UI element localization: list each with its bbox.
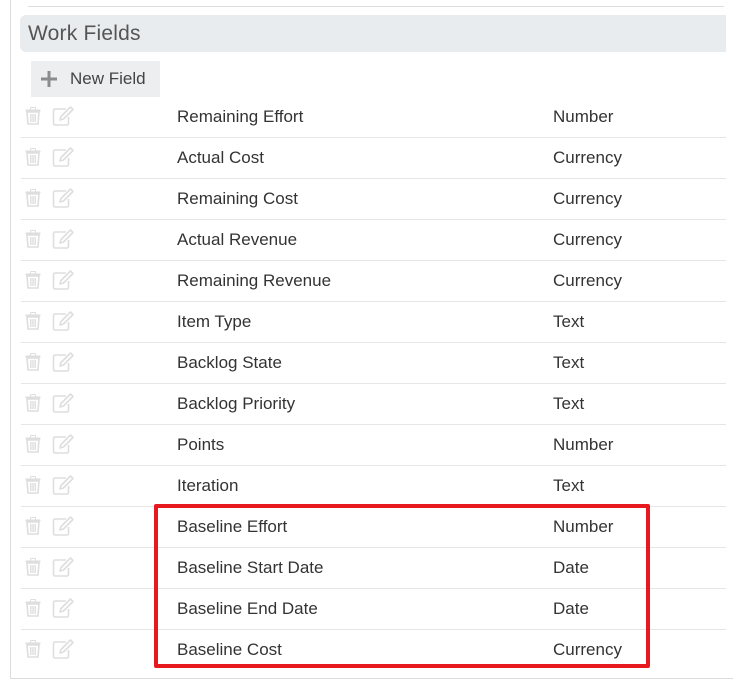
trash-icon[interactable] xyxy=(25,558,41,576)
trash-icon[interactable] xyxy=(25,640,41,658)
trash-icon[interactable] xyxy=(25,476,41,494)
field-name: Actual Cost xyxy=(177,148,264,167)
field-type: Number xyxy=(553,107,614,126)
trash-icon[interactable] xyxy=(25,312,41,330)
field-name: Points xyxy=(177,435,225,454)
edit-icon[interactable] xyxy=(52,352,74,372)
field-name: Backlog Priority xyxy=(177,394,296,413)
field-type: Number xyxy=(553,435,614,454)
field-name: Backlog State xyxy=(177,353,282,372)
field-type: Currency xyxy=(553,271,622,290)
field-type: Text xyxy=(553,312,585,331)
edit-icon[interactable] xyxy=(52,311,74,331)
field-type: Text xyxy=(553,476,585,495)
section-header: Work Fields xyxy=(20,15,726,52)
edit-icon[interactable] xyxy=(52,229,74,249)
trash-icon[interactable] xyxy=(25,353,41,371)
edit-icon[interactable] xyxy=(52,147,74,167)
table-row: Backlog State Text xyxy=(21,343,726,384)
table-row: Remaining Cost Currency xyxy=(21,179,726,220)
edit-icon[interactable] xyxy=(52,434,74,454)
field-type: Currency xyxy=(553,640,622,659)
new-field-label: New Field xyxy=(70,69,146,88)
field-type: Currency xyxy=(553,148,622,167)
table-row: Actual Cost Currency xyxy=(21,138,726,179)
field-name: Actual Revenue xyxy=(177,230,298,249)
field-list: Remaining Effort Number Actual Cost Curr… xyxy=(21,97,726,671)
field-type: Text xyxy=(553,353,585,372)
edit-icon[interactable] xyxy=(52,557,74,577)
edit-icon[interactable] xyxy=(52,106,74,126)
trash-icon[interactable] xyxy=(25,230,41,248)
table-row: Backlog Priority Text xyxy=(21,384,726,425)
table-row: Points Number xyxy=(21,425,726,466)
field-type: Number xyxy=(553,517,614,536)
top-divider xyxy=(28,6,724,7)
field-type: Currency xyxy=(553,230,622,249)
edit-icon[interactable] xyxy=(52,639,74,659)
table-row: Baseline End Date Date xyxy=(21,589,726,630)
field-name: Remaining Revenue xyxy=(177,271,332,290)
edit-icon[interactable] xyxy=(52,516,74,536)
field-name: Item Type xyxy=(177,312,252,331)
field-type: Text xyxy=(553,394,585,413)
trash-icon[interactable] xyxy=(25,394,41,412)
field-name: Baseline Effort xyxy=(177,517,288,536)
field-name: Iteration xyxy=(177,476,239,495)
trash-icon[interactable] xyxy=(25,107,41,125)
section-title: Work Fields xyxy=(28,21,141,45)
table-row: Item Type Text xyxy=(21,302,726,343)
table-row: Baseline Effort Number xyxy=(21,507,726,548)
field-type: Date xyxy=(553,558,589,577)
trash-icon[interactable] xyxy=(25,435,41,453)
edit-icon[interactable] xyxy=(52,270,74,290)
edit-icon[interactable] xyxy=(52,598,74,618)
trash-icon[interactable] xyxy=(25,517,41,535)
field-name: Baseline End Date xyxy=(177,599,318,618)
plus-icon xyxy=(41,71,57,87)
table-row: Baseline Cost Currency xyxy=(21,630,726,671)
field-name: Remaining Effort xyxy=(177,107,304,126)
new-field-button[interactable]: New Field xyxy=(31,61,160,97)
edit-icon[interactable] xyxy=(52,475,74,495)
trash-icon[interactable] xyxy=(25,148,41,166)
field-name: Baseline Start Date xyxy=(177,558,324,577)
trash-icon[interactable] xyxy=(25,599,41,617)
field-name: Remaining Cost xyxy=(177,189,298,208)
field-name: Baseline Cost xyxy=(177,640,282,659)
trash-icon[interactable] xyxy=(25,189,41,207)
table-row: Actual Revenue Currency xyxy=(21,220,726,261)
field-type: Currency xyxy=(553,189,622,208)
trash-icon[interactable] xyxy=(25,271,41,289)
edit-icon[interactable] xyxy=(52,393,74,413)
table-row: Iteration Text xyxy=(21,466,726,507)
table-row: Baseline Start Date Date xyxy=(21,548,726,589)
table-row: Remaining Effort Number xyxy=(21,97,726,138)
field-type: Date xyxy=(553,599,589,618)
table-row: Remaining Revenue Currency xyxy=(21,261,726,302)
edit-icon[interactable] xyxy=(52,188,74,208)
